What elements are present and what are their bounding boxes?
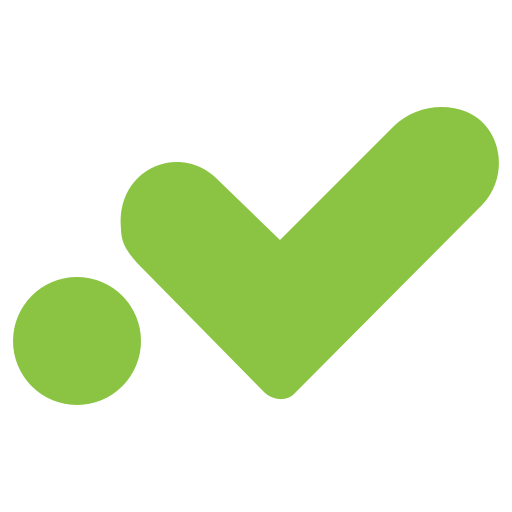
logo-mark — [13, 107, 499, 405]
checkmark-icon — [120, 107, 499, 400]
dot-icon — [13, 277, 141, 405]
logo-canvas — [0, 0, 512, 512]
